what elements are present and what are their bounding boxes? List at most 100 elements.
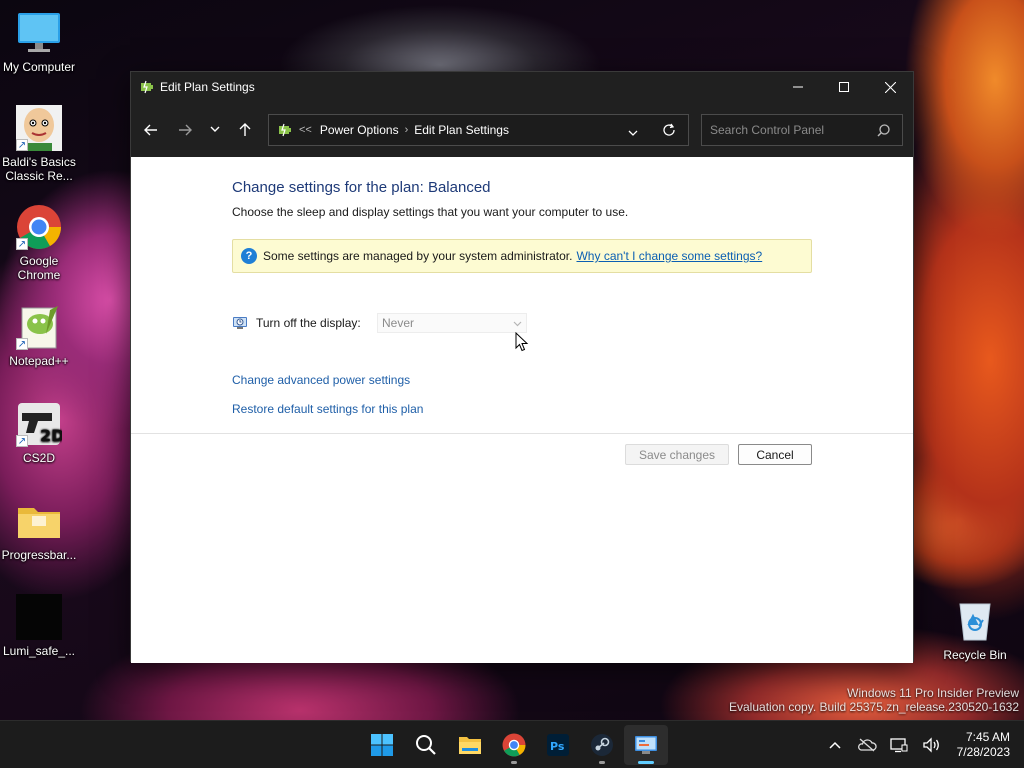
why-cant-change-link[interactable]: Why can't I change some settings?: [576, 249, 762, 263]
svg-text:2D: 2D: [40, 426, 62, 445]
folder-icon: [16, 498, 62, 544]
taskbar-steam[interactable]: [580, 725, 624, 765]
desktop-icon-label: Progressbar...: [1, 548, 77, 562]
search-placeholder: Search Control Panel: [710, 123, 825, 137]
black-file-icon: [16, 594, 62, 640]
desktop-icon-label: CS2D: [22, 451, 55, 465]
file-explorer-icon: [459, 737, 481, 754]
admin-info-bar: ? Some settings are managed by your syst…: [232, 239, 812, 273]
recent-locations-chevron-icon[interactable]: [200, 115, 230, 145]
address-bar[interactable]: << Power Options › Edit Plan Settings: [268, 114, 689, 146]
search-icon: [416, 735, 436, 755]
recycle-bin-icon: [952, 598, 998, 644]
taskbar-control-panel[interactable]: [624, 725, 668, 765]
mouse-cursor-icon: [515, 332, 529, 352]
main-content: Change settings for the plan: Balanced C…: [131, 157, 913, 663]
system-clock[interactable]: 7:45 AM 7/28/2023: [947, 730, 1024, 760]
breadcrumb-power-options[interactable]: Power Options: [320, 123, 399, 137]
taskbar-photoshop[interactable]: Ps: [536, 725, 580, 765]
power-options-icon: [279, 123, 291, 137]
taskbar-file-explorer[interactable]: [448, 725, 492, 765]
volume-icon[interactable]: [915, 725, 947, 765]
turn-off-display-select[interactable]: Never: [377, 313, 527, 333]
navigation-bar: << Power Options › Edit Plan Settings Se…: [131, 102, 913, 157]
window-title: Edit Plan Settings: [160, 80, 255, 94]
breadcrumb-overflow[interactable]: <<: [299, 124, 312, 136]
search-icon: [877, 124, 890, 140]
desktop-icon-label: Recycle Bin: [943, 648, 1007, 662]
taskbar: Ps 7:45 AM 7/28/2023: [0, 720, 1024, 768]
power-options-icon: [141, 80, 153, 94]
desktop-icon-label: My Computer: [2, 60, 76, 74]
forward-arrow-icon[interactable]: [170, 115, 200, 145]
running-indicator: [599, 761, 605, 764]
desktop-icon-lumi[interactable]: Lumi_safe_...: [0, 594, 78, 658]
notepadpp-icon: ↗: [16, 304, 62, 350]
onedrive-offline-icon[interactable]: [851, 725, 883, 765]
minimize-button[interactable]: [775, 72, 821, 102]
watermark-edition: Windows 11 Pro Insider Preview: [847, 686, 1019, 700]
back-arrow-icon[interactable]: [136, 115, 166, 145]
display-timer-icon: [233, 317, 247, 329]
turn-off-display-value: Never: [382, 316, 415, 330]
steam-icon: [591, 734, 613, 756]
save-changes-button[interactable]: Save changes: [625, 444, 729, 465]
desktop-icon-cs2d[interactable]: 2D ↗ CS2D: [0, 401, 78, 465]
desktop-icon-chrome[interactable]: ↗ Google Chrome: [0, 204, 78, 282]
svg-text:Ps: Ps: [550, 740, 565, 753]
chevron-down-icon: [513, 317, 522, 331]
shortcut-arrow-icon: ↗: [16, 338, 28, 350]
edit-plan-settings-window: Edit Plan Settings << Power Options › Ed…: [130, 71, 914, 663]
network-icon[interactable]: [883, 725, 915, 765]
cancel-button[interactable]: Cancel: [738, 444, 812, 465]
desktop-icon-label: Google Chrome: [17, 254, 61, 282]
active-indicator: [638, 761, 654, 764]
taskbar-search-button[interactable]: [404, 725, 448, 765]
clock-date: 7/28/2023: [956, 745, 1010, 759]
admin-info-text: Some settings are managed by your system…: [263, 249, 573, 263]
desktop-icon-label: Notepad++: [9, 354, 69, 368]
monitor-icon: [16, 10, 62, 56]
change-advanced-power-settings-link[interactable]: Change advanced power settings: [232, 373, 410, 387]
turn-off-display-label: Turn off the display:: [256, 316, 361, 330]
up-arrow-icon[interactable]: [230, 115, 260, 145]
search-input[interactable]: Search Control Panel: [701, 114, 903, 146]
desktop-icon-baldi[interactable]: ↗ Baldi's Basics Classic Re...: [0, 105, 78, 183]
baldi-icon: ↗: [16, 105, 62, 151]
shortcut-arrow-icon: ↗: [16, 139, 28, 151]
desktop-icon-label: Lumi_safe_...: [2, 644, 76, 658]
windows-watermark: Windows 11 Pro Insider Preview Evaluatio…: [729, 686, 1019, 714]
start-button[interactable]: [360, 725, 404, 765]
chrome-icon: ↗: [16, 204, 62, 250]
shortcut-arrow-icon: ↗: [16, 435, 28, 447]
watermark-build: Evaluation copy. Build 25375.zn_release.…: [729, 700, 1019, 714]
desktop-icon-progressbar[interactable]: Progressbar...: [0, 498, 78, 562]
turn-off-display-row: Turn off the display:: [232, 315, 361, 331]
page-title: Change settings for the plan: Balanced: [232, 179, 491, 196]
desktop-icon-my-computer[interactable]: My Computer: [0, 10, 78, 74]
refresh-icon[interactable]: [662, 123, 676, 140]
photoshop-icon: Ps: [547, 734, 569, 756]
cs2d-icon: 2D ↗: [16, 401, 64, 447]
breadcrumb-edit-plan-settings[interactable]: Edit Plan Settings: [414, 123, 509, 137]
maximize-button[interactable]: [821, 72, 867, 102]
desktop-icon-label: Baldi's Basics Classic Re...: [2, 155, 76, 183]
desktop-icon-notepadpp[interactable]: ↗ Notepad++: [0, 304, 78, 368]
taskbar-chrome[interactable]: [492, 725, 536, 765]
breadcrumb-chevron-icon: ›: [404, 124, 409, 136]
restore-default-settings-link[interactable]: Restore default settings for this plan: [232, 402, 423, 416]
close-button[interactable]: [867, 72, 913, 102]
title-bar[interactable]: Edit Plan Settings: [131, 72, 913, 102]
running-indicator: [511, 761, 517, 764]
shortcut-arrow-icon: ↗: [16, 238, 28, 250]
divider: [131, 433, 913, 434]
clock-time: 7:45 AM: [965, 730, 1010, 744]
show-hidden-icons-chevron-icon[interactable]: [819, 725, 851, 765]
control-panel-icon: [635, 736, 657, 754]
chrome-icon: [502, 733, 526, 757]
help-question-icon: ?: [241, 248, 257, 264]
desktop-icon-recycle-bin[interactable]: Recycle Bin: [936, 598, 1014, 662]
page-description: Choose the sleep and display settings th…: [232, 205, 629, 219]
address-dropdown-chevron-icon[interactable]: [628, 126, 638, 140]
start-icon: [371, 734, 393, 756]
